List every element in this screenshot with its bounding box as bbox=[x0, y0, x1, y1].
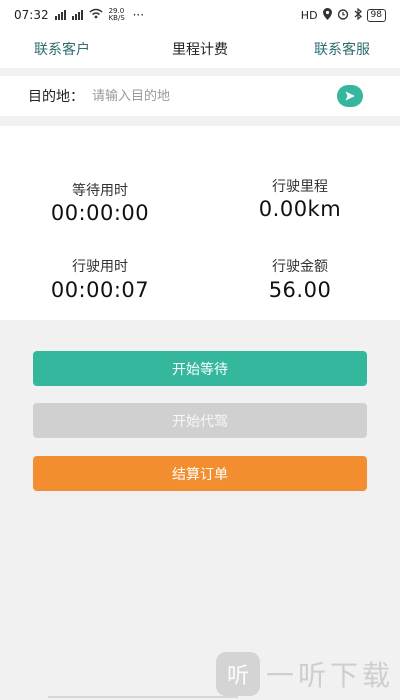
nav-indicator bbox=[48, 696, 238, 698]
destination-label: 目的地： bbox=[28, 89, 84, 105]
navigate-button[interactable] bbox=[337, 85, 363, 107]
wifi-icon bbox=[89, 8, 103, 22]
top-nav-bar: 里程计费 联系客户 联系客服 bbox=[0, 30, 400, 68]
status-time: 07:32 bbox=[14, 8, 49, 22]
alarm-icon bbox=[337, 8, 349, 23]
contact-customer-link[interactable]: 联系客户 bbox=[34, 39, 90, 59]
net-speed: 29.0 KB/S bbox=[108, 7, 125, 22]
distance-label: 行驶里程 bbox=[272, 179, 328, 195]
start-drive-button[interactable]: 开始代驾 bbox=[33, 403, 367, 438]
hd-indicator: HD bbox=[300, 8, 318, 22]
status-bar-right: HD 98 bbox=[300, 7, 386, 23]
wait-time-label: 等待用时 bbox=[72, 183, 128, 199]
distance-stat: 行驶里程 0.00km bbox=[200, 176, 400, 221]
drive-time-value: 00:00:07 bbox=[50, 278, 150, 302]
signal-icon bbox=[54, 10, 66, 20]
status-bar-left: 07:32 29.0 KB/S ··· bbox=[14, 7, 145, 23]
destination-input[interactable] bbox=[90, 87, 337, 105]
wait-time-value: 00:00:00 bbox=[50, 201, 150, 225]
destination-row: 目的地： bbox=[0, 76, 400, 116]
amount-label: 行驶金额 bbox=[272, 259, 328, 275]
status-bar: 07:32 29.0 KB/S ··· HD 98 bbox=[0, 0, 400, 30]
drive-time-stat: 行驶用时 00:00:07 bbox=[0, 256, 200, 302]
watermark-text: 一听下载 bbox=[265, 659, 394, 692]
watermark: 听 一听下载 bbox=[215, 652, 394, 696]
signal-icon-2 bbox=[71, 10, 83, 20]
start-wait-button[interactable]: 开始等待 bbox=[33, 351, 367, 386]
actions-panel: 开始等待 开始代驾 结算订单 听 一听下载 bbox=[0, 320, 400, 700]
bluetooth-icon bbox=[354, 7, 362, 23]
trip-stats-panel: 等待用时 00:00:00 行驶里程 0.00km 行驶用时 00:00:07 … bbox=[0, 126, 400, 320]
more-dots-icon: ··· bbox=[132, 8, 145, 22]
amount-stat: 行驶金额 56.00 bbox=[200, 256, 400, 302]
drive-time-label: 行驶用时 bbox=[72, 259, 128, 275]
send-arrow-icon bbox=[345, 91, 355, 101]
divider bbox=[0, 116, 400, 126]
distance-value: 0.00km bbox=[258, 197, 342, 221]
battery-icon: 98 bbox=[366, 8, 386, 22]
watermark-logo-icon: 听 bbox=[215, 652, 260, 696]
wait-time-stat: 等待用时 00:00:00 bbox=[0, 180, 200, 225]
amount-value: 56.00 bbox=[268, 278, 332, 302]
settle-order-button[interactable]: 结算订单 bbox=[33, 456, 367, 491]
contact-service-link[interactable]: 联系客服 bbox=[314, 39, 370, 59]
divider bbox=[0, 68, 400, 76]
location-icon bbox=[322, 7, 332, 23]
